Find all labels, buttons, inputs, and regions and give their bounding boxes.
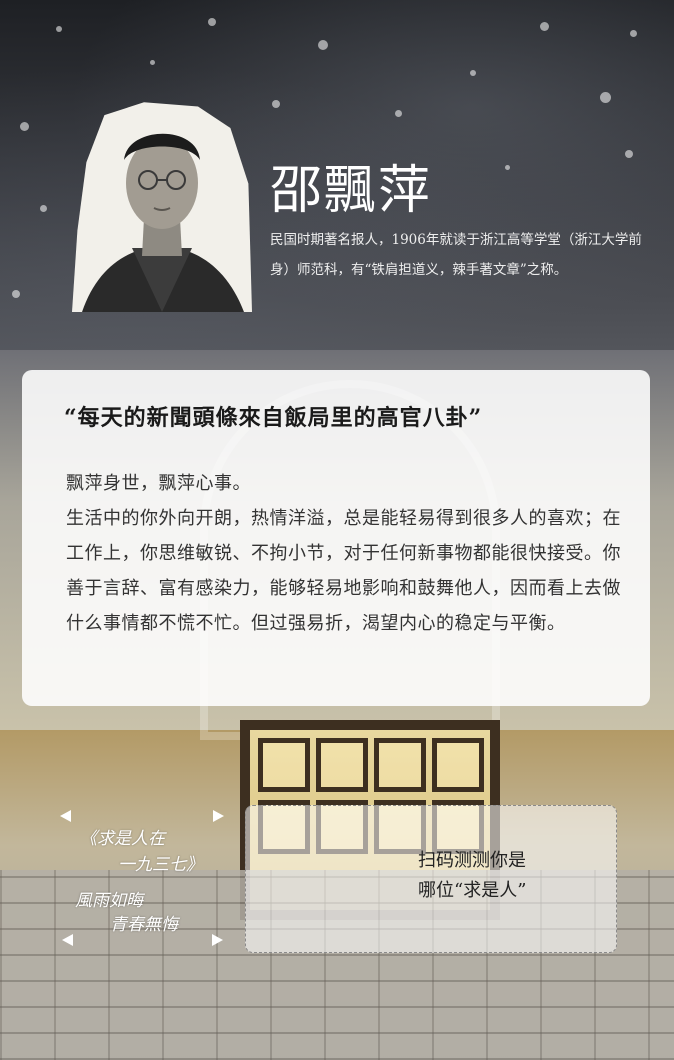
calligraphy-logo: 《求是人在 一九三七》 風雨如晦 青春無悔 [60, 810, 230, 950]
snow-dot [56, 26, 62, 32]
qr-prompt-line: 扫码测测你是 [418, 850, 526, 871]
qr-prompt-line: 哪位“求是人” [418, 880, 527, 901]
window-pane [374, 738, 426, 792]
snow-dot [20, 122, 29, 131]
snow-dot [150, 60, 155, 65]
personality-card: “每天的新聞頭條來自飯局里的高官八卦” 飘萍身世，飘萍心事。 生活中的你外向开朗… [22, 370, 650, 706]
logo-text-line: 青春無悔 [110, 915, 178, 935]
window-pane [432, 738, 484, 792]
snow-dot [208, 18, 216, 26]
snow-dot [600, 92, 611, 103]
person-intro: 民国时期著名报人，1906年就读于浙江高等学堂（浙江大学前身）师范科，有“铁肩担… [270, 232, 642, 278]
logo-text-line: 風雨如晦 [75, 891, 143, 911]
quote-heading: “每天的新聞頭條來自飯局里的高官八卦” [64, 405, 483, 431]
description-paragraph: 生活中的你外向开朗，热情洋溢，总是能轻易得到很多人的喜欢；在工作上，你思维敏锐、… [66, 508, 621, 634]
logo-text-line: 一九三七》 [118, 855, 203, 875]
triangle-ornament [60, 810, 71, 822]
description-paragraph: 飘萍身世，飘萍心事。 [66, 473, 251, 494]
snow-dot [272, 100, 280, 108]
personality-description: 飘萍身世，飘萍心事。 生活中的你外向开朗，热情洋溢，总是能轻易得到很多人的喜欢；… [66, 466, 626, 641]
triangle-ornament [62, 934, 73, 946]
logo-text-line: 《求是人在 [80, 829, 165, 849]
snow-dot [505, 165, 510, 170]
window-pane [316, 738, 368, 792]
snow-dot [395, 110, 402, 117]
person-name: 邵飄萍 [270, 161, 433, 221]
snow-dot [470, 70, 476, 76]
snow-dot [12, 290, 20, 298]
snow-dot [625, 150, 633, 158]
portrait-photo [72, 102, 252, 312]
qr-code-prompt[interactable]: 扫码测测你是 哪位“求是人” [245, 805, 617, 953]
window-pane [258, 738, 310, 792]
snow-dot [630, 30, 637, 37]
triangle-ornament [213, 810, 224, 822]
snow-dot [540, 22, 549, 31]
triangle-ornament [212, 934, 223, 946]
snow-dot [318, 40, 328, 50]
snow-dot [40, 205, 47, 212]
